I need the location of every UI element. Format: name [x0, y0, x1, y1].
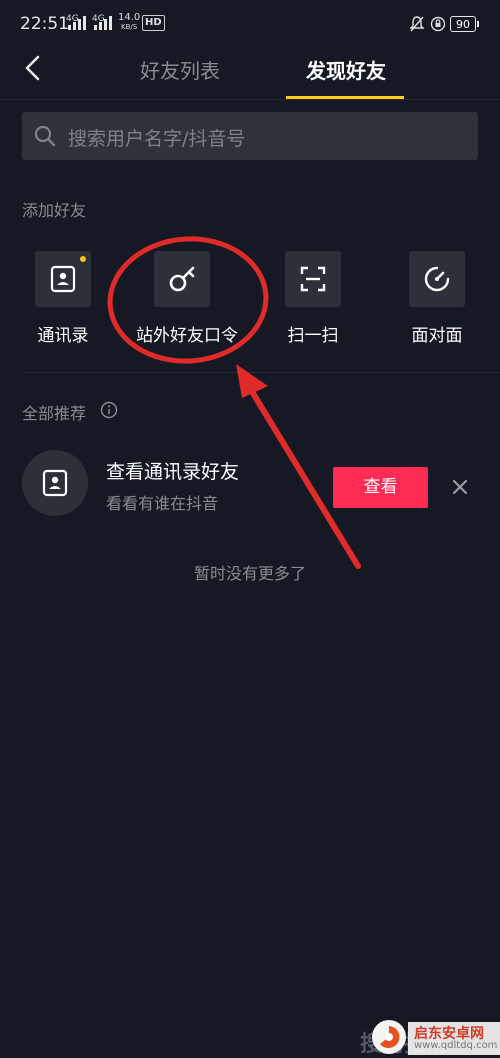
status-time: 22:51	[20, 14, 69, 34]
add-friends-title: 添加好友	[22, 201, 87, 220]
face-to-face-label: 面对面	[411, 326, 463, 346]
back-arrow-icon[interactable]	[22, 54, 46, 82]
contacts-label: 通讯录	[37, 326, 89, 346]
search-icon	[34, 125, 56, 147]
site-url: www.qdltdq.com	[414, 1040, 498, 1051]
rotation-lock-icon	[430, 16, 446, 32]
view-button[interactable]: 查看	[333, 467, 428, 508]
network-speed-value: 14.0	[118, 12, 141, 23]
new-badge-dot	[80, 256, 86, 262]
network-speed: 14.0 KB/S	[118, 12, 141, 32]
search-placeholder: 搜索用户名字/抖音号	[68, 128, 246, 150]
tab-friends-list[interactable]: 好友列表	[140, 55, 220, 84]
recommend-item-subtitle: 看看有谁在抖音	[106, 494, 219, 513]
network-speed-unit: KB/S	[121, 23, 138, 31]
key-icon	[169, 266, 195, 292]
no-more-text: 暂时没有更多了	[193, 564, 306, 583]
battery-icon: 90	[450, 16, 479, 32]
scan-label: 扫一扫	[287, 326, 339, 346]
site-logo-mark-icon	[380, 1026, 400, 1048]
section-divider	[22, 372, 500, 373]
annotation-arrow-head	[236, 364, 268, 398]
mute-icon	[410, 16, 424, 32]
info-icon[interactable]	[100, 401, 118, 419]
signal-bars-1-icon	[68, 16, 86, 30]
header-divider	[0, 99, 500, 100]
close-icon[interactable]	[451, 478, 469, 496]
contacts-avatar-icon	[42, 469, 68, 497]
invite-code-label: 站外好友口令	[136, 326, 238, 346]
scan-icon	[300, 266, 326, 292]
signal-bars-2-icon	[94, 16, 112, 30]
tab-discover-friends[interactable]: 发现好友	[306, 55, 386, 84]
hd-badge: HD	[142, 15, 165, 31]
recommend-item-title: 查看通讯录好友	[106, 461, 240, 483]
recommend-title: 全部推荐	[22, 404, 87, 423]
face-to-face-icon	[424, 266, 450, 292]
contacts-icon	[50, 265, 76, 293]
